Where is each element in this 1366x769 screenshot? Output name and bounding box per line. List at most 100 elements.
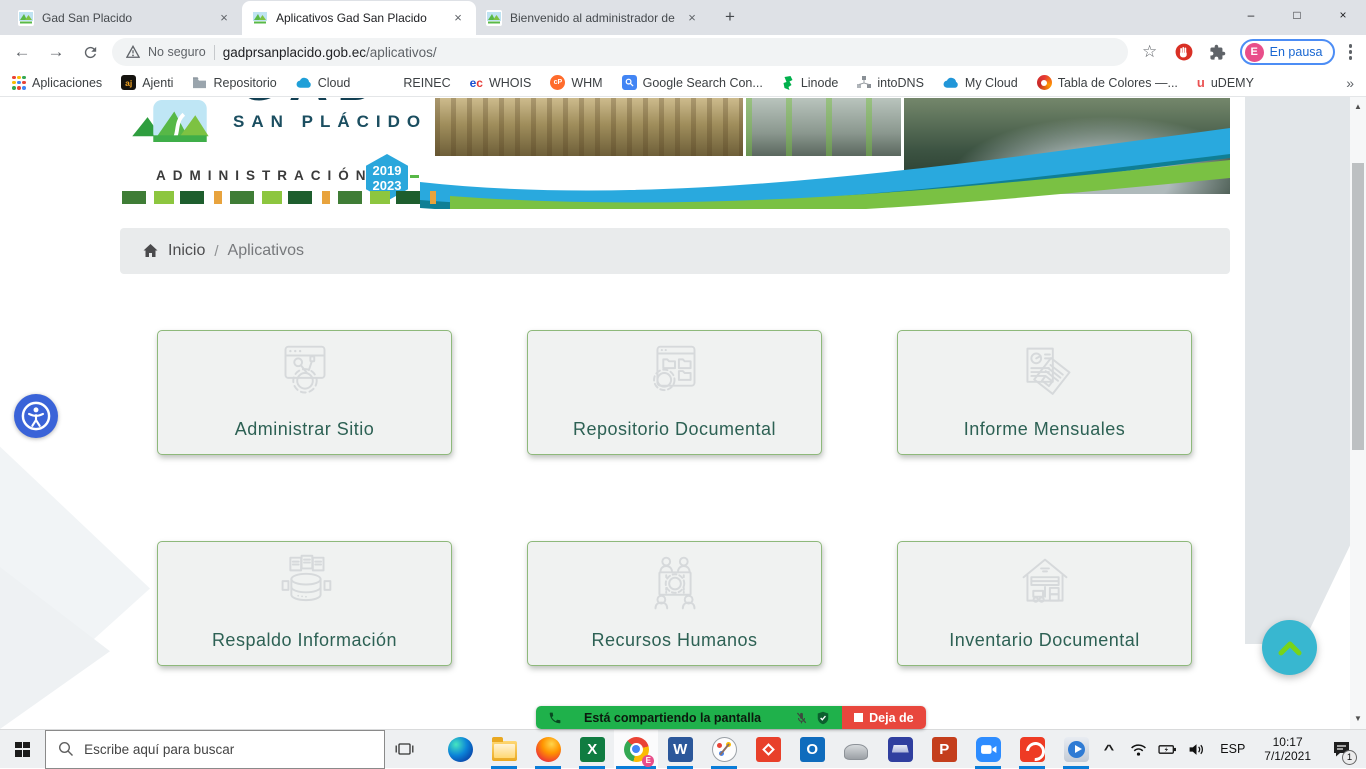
- taskbar-word[interactable]: W: [658, 730, 702, 769]
- taskbar-excel[interactable]: X: [570, 730, 614, 769]
- browser-toolbar: ← → No seguro gadprsanplacido.gob.ec/apl…: [0, 35, 1366, 69]
- breadcrumb-home-link[interactable]: Inicio: [168, 242, 205, 260]
- taskbar-chrome[interactable]: E: [614, 730, 658, 769]
- bookmarks-overflow-icon[interactable]: »: [1346, 75, 1354, 91]
- taskbar-media-player[interactable]: [1054, 730, 1098, 769]
- tab-aplicativos-active[interactable]: Aplicativos Gad San Placido ×: [242, 1, 476, 35]
- speaker-icon[interactable]: [1185, 730, 1207, 769]
- banner-camo-strip: [122, 191, 436, 204]
- bookmark-cloud[interactable]: Cloud: [296, 76, 351, 90]
- bookmark-star-icon[interactable]: ☆: [1138, 40, 1162, 64]
- reload-icon[interactable]: [78, 40, 102, 64]
- tile-inventario-documental[interactable]: Inventario Documental: [897, 541, 1192, 666]
- bookmark-search-console[interactable]: Google Search Con...: [622, 75, 763, 90]
- taskbar-search-box[interactable]: [45, 730, 385, 769]
- red-diamond-app-icon: [756, 737, 781, 762]
- bookmark-whois[interactable]: ec WHOIS: [470, 76, 532, 90]
- extensions-puzzle-icon[interactable]: [1206, 40, 1230, 64]
- new-tab-button[interactable]: +: [716, 4, 744, 32]
- site-favicon-icon: [252, 10, 268, 26]
- chrome-profile-badge: E: [642, 755, 654, 767]
- taskbar-firefox[interactable]: [526, 730, 570, 769]
- tile-repositorio-documental[interactable]: Repositorio Documental: [527, 330, 822, 455]
- tile-respaldo-informacion[interactable]: Respaldo Información: [157, 541, 452, 666]
- tile-informe-mensuales[interactable]: Informe Mensuales: [897, 330, 1192, 455]
- taskbar-deployment-tool[interactable]: [746, 730, 790, 769]
- window-minimize-icon[interactable]: –: [1228, 0, 1274, 30]
- bookmark-intodns[interactable]: intoDNS: [857, 76, 924, 90]
- document-inventory-icon: [1006, 546, 1084, 624]
- notification-center-button[interactable]: 1: [1324, 730, 1358, 769]
- profile-button[interactable]: E En pausa: [1240, 39, 1335, 65]
- taskbar-pdf-reader[interactable]: [1010, 730, 1054, 769]
- taskbar-outlook[interactable]: O: [790, 730, 834, 769]
- bookmark-tabla-colores[interactable]: Tabla de Colores —...: [1037, 75, 1178, 90]
- background-diagonal-band: [1245, 97, 1350, 644]
- taskbar-zoom[interactable]: [966, 730, 1010, 769]
- window-close-icon[interactable]: ×: [1320, 0, 1366, 30]
- document-repository-icon: [636, 335, 714, 413]
- notification-count-badge: 1: [1342, 750, 1357, 765]
- bookmark-ajenti[interactable]: aj Ajenti: [121, 75, 173, 90]
- profile-status-label: En pausa: [1270, 45, 1323, 59]
- bookmark-udemy[interactable]: u uDEMY: [1197, 75, 1254, 90]
- taskbar-scanner[interactable]: [878, 730, 922, 769]
- tab-title: Bienvenido al administrador de I: [510, 11, 676, 25]
- taskbar-powerpoint[interactable]: P: [922, 730, 966, 769]
- taskbar-search-input[interactable]: [84, 742, 334, 757]
- brand-gad-text: GAD: [238, 98, 385, 113]
- taskbar-printer-utility[interactable]: [834, 730, 878, 769]
- search-icon: [58, 741, 74, 757]
- scrollbar-up-icon[interactable]: ▲: [1350, 99, 1366, 115]
- address-bar[interactable]: No seguro gadprsanplacido.gob.ec/aplicat…: [112, 38, 1128, 66]
- tile-recursos-humanos[interactable]: Recursos Humanos: [527, 541, 822, 666]
- task-view-button[interactable]: [385, 730, 424, 769]
- bookmark-my-cloud[interactable]: My Cloud: [943, 76, 1018, 90]
- language-indicator[interactable]: ESP: [1214, 742, 1251, 756]
- bookmark-reinec[interactable]: REINEC: [403, 76, 450, 90]
- file-explorer-icon: [492, 741, 517, 761]
- start-button[interactable]: [0, 730, 45, 769]
- browser-menu-icon[interactable]: [1345, 40, 1357, 64]
- whm-icon: cP: [550, 75, 565, 90]
- bookmark-whm[interactable]: cP WHM: [550, 75, 602, 90]
- scanner-app-icon: [888, 737, 913, 762]
- folder-icon: [192, 76, 207, 89]
- clock[interactable]: 10:17 7/1/2021: [1258, 735, 1317, 764]
- scroll-to-top-button[interactable]: [1262, 620, 1317, 675]
- scrollbar-down-icon[interactable]: ▼: [1350, 711, 1366, 727]
- tab-close-icon[interactable]: ×: [450, 10, 466, 26]
- hidden-icons-chevron[interactable]: ^: [1094, 730, 1125, 769]
- accessibility-widget-button[interactable]: [14, 394, 58, 438]
- url-text[interactable]: gadprsanplacido.gob.ec/aplicativos/: [223, 45, 437, 60]
- security-label[interactable]: No seguro: [148, 45, 206, 59]
- tab-close-icon[interactable]: ×: [684, 10, 700, 26]
- ajenti-icon: aj: [121, 75, 136, 90]
- tab-gad-san-placido[interactable]: Gad San Placido ×: [8, 1, 242, 35]
- battery-icon[interactable]: [1156, 730, 1178, 769]
- bookmark-aplicaciones[interactable]: Aplicaciones: [12, 76, 102, 90]
- tab-close-icon[interactable]: ×: [216, 10, 232, 26]
- back-icon[interactable]: ←: [10, 40, 34, 64]
- bookmarks-bar: Aplicaciones aj Ajenti Repositorio Cloud…: [0, 69, 1366, 97]
- bookmark-linode[interactable]: Linode: [782, 76, 839, 90]
- page-scrollbar[interactable]: ▲ ▼: [1350, 97, 1366, 729]
- avatar: E: [1245, 43, 1264, 62]
- taskbar-paint[interactable]: [702, 730, 746, 769]
- task-view-icon: [395, 740, 414, 758]
- wifi-icon[interactable]: [1127, 730, 1149, 769]
- stop-square-icon: [854, 713, 863, 722]
- taskbar-file-explorer[interactable]: [482, 730, 526, 769]
- udemy-icon: u: [1197, 75, 1205, 90]
- scrollbar-thumb[interactable]: [1352, 163, 1364, 450]
- tab-administrador[interactable]: Bienvenido al administrador de I ×: [476, 1, 710, 35]
- content-blocker-icon[interactable]: [1172, 40, 1196, 64]
- forward-icon[interactable]: →: [44, 40, 68, 64]
- bookmark-repositorio[interactable]: Repositorio: [192, 76, 276, 90]
- window-maximize-icon[interactable]: □: [1274, 0, 1320, 30]
- taskbar-edge[interactable]: [438, 730, 482, 769]
- banner-wave-graphic: [420, 128, 1230, 209]
- stop-sharing-button[interactable]: Deja de: [842, 706, 925, 729]
- tile-administrar-sitio[interactable]: Administrar Sitio: [157, 330, 452, 455]
- windows-logo-icon: [15, 742, 30, 757]
